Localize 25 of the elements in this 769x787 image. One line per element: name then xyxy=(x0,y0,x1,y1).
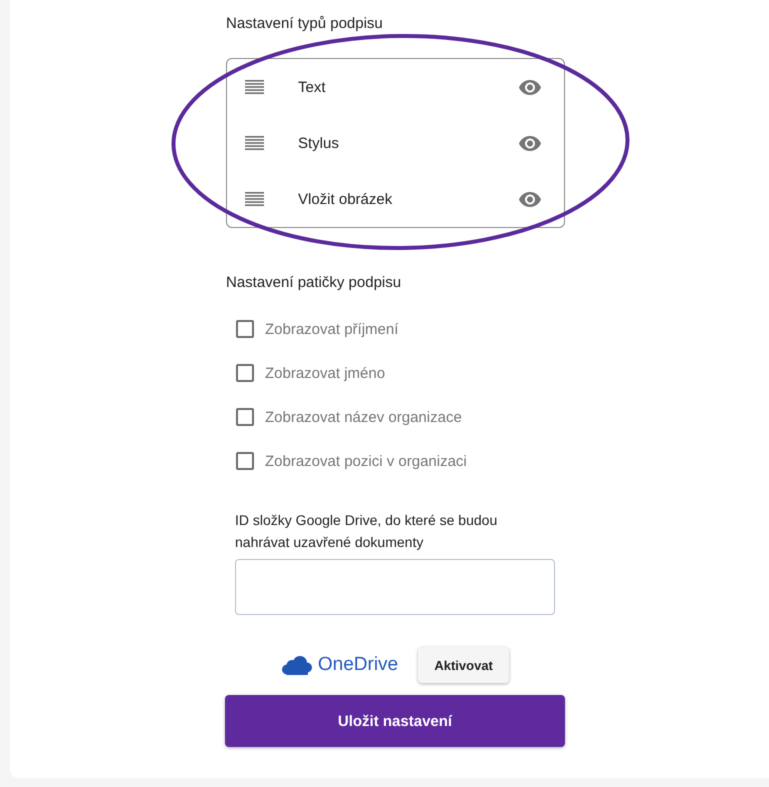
signature-type-label: Vložit obrázek xyxy=(298,190,392,208)
checkbox[interactable] xyxy=(236,408,254,426)
checkbox-label[interactable]: Zobrazovat název organizace xyxy=(265,408,462,426)
checkbox-label[interactable]: Zobrazovat pozici v organizaci xyxy=(265,452,467,470)
checkbox[interactable] xyxy=(236,364,254,382)
signature-type-label: Text xyxy=(298,78,326,96)
activate-button[interactable]: Aktivovat xyxy=(418,647,510,683)
checkbox[interactable] xyxy=(236,320,254,338)
eye-icon[interactable] xyxy=(519,136,541,150)
onedrive-logo-text: OneDrive xyxy=(318,653,398,677)
checkbox[interactable] xyxy=(236,452,254,470)
section-heading: Nastavení typů podpisu xyxy=(226,14,383,34)
checkbox-label[interactable]: Zobrazovat jméno xyxy=(265,364,386,382)
drag-handle-icon[interactable] xyxy=(245,80,264,94)
drag-handle-icon[interactable] xyxy=(245,136,264,150)
folder-id-input[interactable] xyxy=(235,559,555,615)
section-heading: Nastavení patičky podpisu xyxy=(226,273,402,293)
save-settings-button[interactable]: Uložit nastavení xyxy=(225,695,565,747)
eye-icon[interactable] xyxy=(519,80,541,94)
checkbox-label[interactable]: Zobrazovat příjmení xyxy=(265,320,398,338)
drag-handle-icon[interactable] xyxy=(245,192,264,206)
cloud-icon xyxy=(282,656,312,675)
eye-icon[interactable] xyxy=(519,192,541,206)
field-label: ID složky Google Drive, do které se budou nahrávat uzavřené dokumenty xyxy=(235,511,498,552)
signature-type-label: Stylus xyxy=(298,134,339,152)
